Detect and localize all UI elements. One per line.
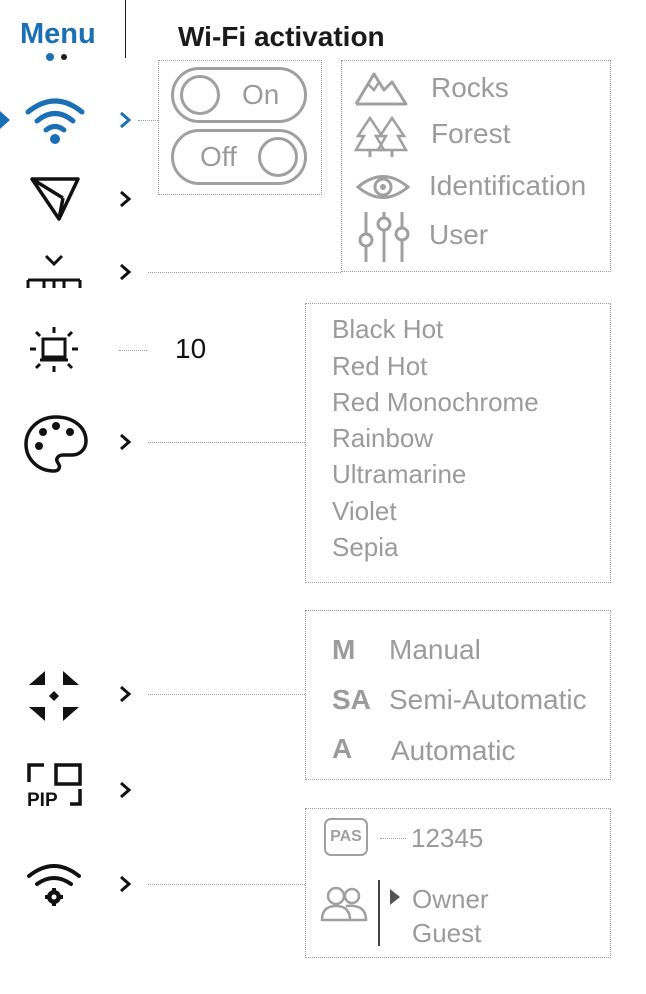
selected-indicator-icon: [390, 889, 400, 910]
wifi-icon: [24, 94, 86, 146]
wifi-off-toggle[interactable]: Off: [171, 129, 307, 185]
page-title: Wi-Fi activation: [178, 21, 385, 52]
connector-line: [380, 838, 406, 839]
scene-identification[interactable]: [355, 172, 411, 207]
connector-line: [119, 350, 147, 351]
paper-plane-icon: [30, 176, 80, 222]
access-divider: [378, 880, 380, 946]
palette-option[interactable]: Violet: [332, 496, 397, 527]
scene-user[interactable]: [358, 210, 410, 269]
palette-option[interactable]: Rainbow: [332, 423, 433, 454]
connector-line: [148, 694, 305, 695]
palette-option[interactable]: Sepia: [332, 532, 399, 563]
scene-label: Rocks: [431, 72, 509, 103]
chevron-right-icon: [118, 874, 136, 896]
menu-item-wifi-settings[interactable]: [25, 862, 83, 910]
menu-dots-icon: [45, 49, 73, 67]
mode-letter: A: [332, 733, 353, 764]
header-divider: [125, 0, 126, 58]
menu-item-auto-shutdown[interactable]: [27, 325, 81, 375]
chevron-right-icon: [118, 684, 136, 706]
palette-option[interactable]: Red Hot: [332, 351, 427, 382]
menu-item-display-off[interactable]: [26, 252, 82, 292]
mode-label: Automatic: [391, 735, 516, 766]
wifi-settings-icon: [25, 862, 83, 910]
palette-option[interactable]: Black Hot: [332, 314, 443, 345]
scene-label: Identification: [429, 170, 587, 201]
pip-icon: PIP: [26, 762, 84, 808]
scene-forest[interactable]: [353, 115, 410, 163]
trees-icon: [353, 115, 410, 162]
access-level-owner[interactable]: Owner: [412, 884, 489, 915]
password-badge-label: PAS: [330, 828, 362, 845]
chevron-right-icon: [118, 110, 136, 132]
auto-shutdown-icon: [27, 325, 81, 375]
off-label: Off: [200, 141, 237, 172]
toggle-knob: [258, 137, 298, 177]
menu-item-paper-plane[interactable]: [30, 176, 80, 222]
eye-icon: [355, 175, 411, 206]
display-off-icon: [26, 252, 82, 292]
palette-option[interactable]: Red Monochrome: [332, 387, 539, 418]
palette-option[interactable]: Ultramarine: [332, 459, 466, 490]
chevron-right-icon: [118, 189, 136, 211]
toggle-knob: [180, 75, 220, 115]
menu-item-palette[interactable]: [22, 413, 90, 475]
calibration-icon: [27, 669, 81, 723]
chevron-right-icon: [118, 432, 136, 454]
sliders-icon: [358, 212, 410, 268]
users-icon: [320, 886, 368, 927]
mode-label: Manual: [389, 634, 481, 665]
on-label: On: [242, 79, 280, 110]
menu-label: Menu: [20, 18, 96, 50]
auto-shutdown-value: 10: [175, 333, 207, 364]
mode-letter: M: [332, 634, 356, 665]
svg-text:PIP: PIP: [27, 790, 58, 808]
palette-icon: [22, 413, 90, 475]
password-value[interactable]: 12345: [411, 823, 483, 854]
connector-line: [138, 120, 158, 121]
menu-item-pip[interactable]: PIP: [26, 762, 84, 808]
scene-label: Forest: [431, 118, 511, 149]
wifi-on-toggle[interactable]: On: [171, 67, 307, 123]
chevron-right-icon: [118, 262, 136, 284]
password-badge: PAS: [324, 818, 368, 856]
access-level-guest[interactable]: Guest: [412, 918, 481, 949]
mode-letter: SA: [332, 684, 371, 715]
connector-line: [148, 272, 341, 273]
connector-line: [148, 442, 305, 443]
menu-title[interactable]: Menu: [20, 18, 96, 51]
mode-label: Semi-Automatic: [389, 684, 587, 715]
menu-item-calibration[interactable]: [27, 669, 81, 723]
scene-label: User: [429, 219, 489, 250]
mountains-icon: [354, 72, 408, 112]
scene-rocks[interactable]: [354, 68, 408, 113]
menu-item-wifi[interactable]: [24, 94, 86, 146]
selected-indicator-icon: [0, 111, 10, 134]
connector-line: [148, 884, 305, 885]
chevron-right-icon: [118, 780, 136, 802]
